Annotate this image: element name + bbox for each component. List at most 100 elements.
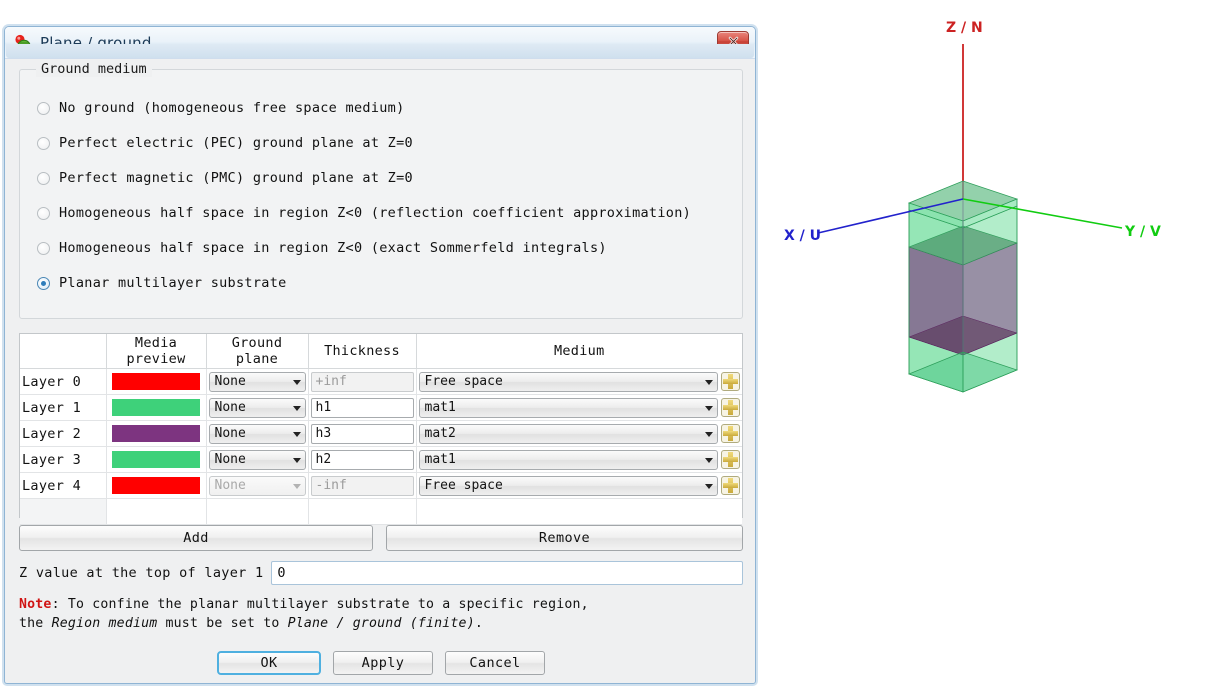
chevron-down-icon: [705, 483, 713, 489]
table-header-row: Media preview Ground plane Thickness Med…: [20, 334, 742, 369]
radio-mark-halfspace-sommerfeld: [37, 241, 50, 255]
radio-label-pec: Perfect electric (PEC) ground plane at Z…: [59, 135, 413, 151]
empty-cell: [206, 498, 309, 525]
radio-halfspace-reflection[interactable]: Homogeneous half space in region Z<0 (re…: [37, 203, 691, 223]
ground-plane-value-0: None: [214, 374, 246, 389]
medium-cell-2: mat2: [416, 420, 742, 447]
screen: Plane / ground Ground medium No ground (…: [0, 0, 1209, 692]
add-medium-cross-icon-4[interactable]: [721, 476, 740, 495]
3d-viewport[interactable]: Z / N X / U Y / V: [770, 0, 1209, 692]
medium-select-2[interactable]: mat2: [418, 423, 718, 444]
chevron-down-icon: [292, 457, 301, 463]
layer-name-4: Layer 4: [20, 472, 107, 499]
medium-select-3[interactable]: mat1: [418, 449, 718, 470]
table-row: Layer 2 None h3 mat2: [20, 420, 742, 447]
medium-cell-4: Free space: [416, 472, 742, 499]
ground-plane-select-3[interactable]: None: [208, 449, 306, 470]
chevron-down-icon: [292, 431, 301, 437]
thickness-input-0[interactable]: +inf: [310, 371, 414, 392]
plane-ground-dialog: Plane / ground Ground medium No ground (…: [4, 26, 756, 684]
chevron-down-icon: [292, 483, 301, 489]
note-em-plane-ground-finite: Plane / ground (finite): [287, 616, 475, 631]
add-medium-cross-icon-1[interactable]: [721, 398, 740, 417]
medium-select-0[interactable]: Free space: [418, 371, 718, 392]
medium-value-0: Free space: [424, 374, 503, 389]
dialog-button-row: OK Apply Cancel: [5, 651, 757, 675]
media-swatch-0: [112, 373, 200, 390]
ground-plane-cell-2: None: [206, 420, 309, 447]
radio-pmc[interactable]: Perfect magnetic (PMC) ground plane at Z…: [37, 168, 413, 188]
table-row: Layer 1 None h1 mat1: [20, 394, 742, 421]
radio-halfspace-sommerfeld[interactable]: Homogeneous half space in region Z<0 (ex…: [37, 238, 607, 258]
thickness-cell-4: -inf: [308, 472, 417, 499]
col-header-medium: Medium: [416, 334, 742, 369]
radio-no-ground[interactable]: No ground (homogeneous free space medium…: [37, 98, 405, 118]
note-line2-a: the: [19, 616, 52, 631]
z-value-label: Z value at the top of layer 1: [19, 565, 264, 581]
add-button[interactable]: Add: [19, 525, 373, 551]
ground-plane-cell-1: None: [206, 394, 309, 421]
z-value-input[interactable]: 0: [271, 561, 743, 585]
y-axis-label: Y / V: [1124, 224, 1161, 240]
add-medium-cross-icon-3[interactable]: [721, 450, 740, 469]
ground-plane-select-1[interactable]: None: [208, 397, 306, 418]
ground-plane-value-4: None: [214, 478, 246, 493]
medium-select-4[interactable]: Free space: [418, 475, 718, 496]
thickness-value-0: +inf: [315, 374, 347, 389]
radio-pec[interactable]: Perfect electric (PEC) ground plane at Z…: [37, 133, 413, 153]
empty-cell: [106, 498, 207, 525]
medium-value-2: mat2: [424, 426, 456, 441]
medium-value-3: mat1: [424, 452, 456, 467]
note-text: Note: To confine the planar multilayer s…: [19, 595, 743, 633]
ground-plane-value-1: None: [214, 400, 246, 415]
thickness-value-3: h2: [315, 452, 332, 467]
ground-plane-select-2[interactable]: None: [208, 423, 306, 444]
radio-mark-halfspace-reflection: [37, 206, 50, 220]
medium-value-1: mat1: [424, 400, 456, 415]
note-line2-c: .: [474, 616, 483, 631]
chevron-down-icon: [705, 457, 713, 463]
note-line2-b: must be set to: [157, 616, 288, 631]
thickness-value-4: -inf: [315, 478, 347, 493]
radio-planar-multilayer[interactable]: Planar multilayer substrate: [37, 273, 287, 293]
media-swatch-4: [112, 477, 200, 494]
add-medium-cross-icon-2[interactable]: [721, 424, 740, 443]
thickness-input-2[interactable]: h3: [310, 423, 414, 444]
cancel-button[interactable]: Cancel: [445, 651, 545, 675]
col-header-ground-plane: Ground plane: [206, 334, 309, 369]
remove-button[interactable]: Remove: [386, 525, 743, 551]
media-preview-cell-2: [106, 420, 207, 447]
empty-cell: [20, 498, 107, 525]
thickness-input-1[interactable]: h1: [310, 397, 414, 418]
note-prefix: Note: [19, 597, 52, 612]
dialog-footer: [6, 44, 754, 58]
ground-plane-select-0[interactable]: None: [208, 371, 306, 392]
col-header-thickness: Thickness: [308, 334, 417, 369]
chevron-down-icon: [705, 379, 713, 385]
thickness-cell-1: h1: [308, 394, 417, 421]
note-line-1: Note: To confine the planar multilayer s…: [19, 595, 743, 614]
layer-name-0: Layer 0: [20, 368, 107, 395]
thickness-input-3[interactable]: h2: [310, 449, 414, 470]
ground-plane-value-3: None: [214, 452, 246, 467]
ok-button[interactable]: OK: [217, 651, 321, 675]
media-preview-cell-3: [106, 446, 207, 473]
chevron-down-icon: [292, 405, 301, 411]
add-medium-cross-icon-0[interactable]: [721, 372, 740, 391]
chevron-down-icon: [705, 405, 713, 411]
layer-name-3: Layer 3: [20, 446, 107, 473]
medium-value-4: Free space: [424, 478, 503, 493]
col-header-media-preview: Media preview: [106, 334, 207, 369]
note-line1-text: To confine the planar multilayer substra…: [59, 597, 589, 612]
radio-mark-pec: [37, 136, 50, 150]
apply-button[interactable]: Apply: [333, 651, 433, 675]
media-preview-cell-4: [106, 472, 207, 499]
table-row-empty: [20, 498, 742, 525]
ground-plane-cell-3: None: [206, 446, 309, 473]
note-em-region-medium: Region medium: [51, 616, 158, 631]
table-row: Layer 0 None +inf Free space: [20, 368, 742, 395]
medium-select-1[interactable]: mat1: [418, 397, 718, 418]
radio-mark-planar-multilayer: [37, 276, 50, 290]
z-axis-label: Z / N: [946, 20, 983, 36]
media-swatch-1: [112, 399, 200, 416]
